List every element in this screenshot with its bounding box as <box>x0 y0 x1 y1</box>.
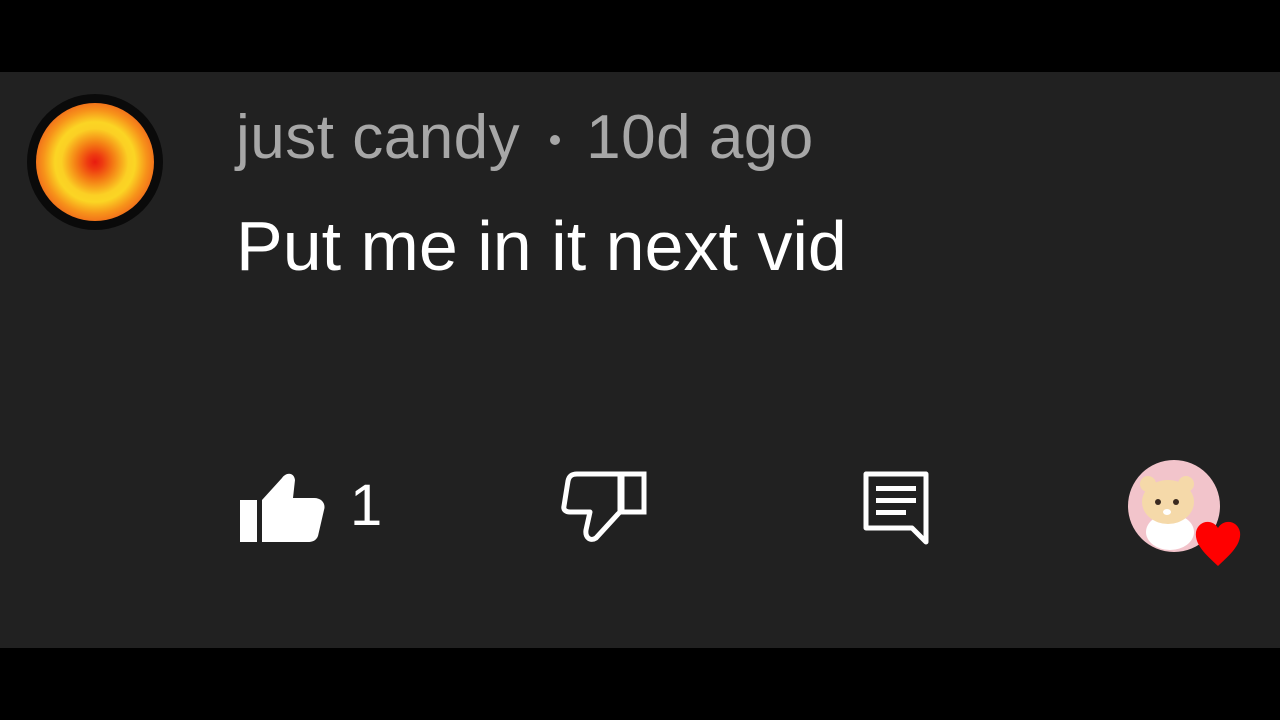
comment-body: Put me in it next vid <box>236 207 847 285</box>
dislike-button[interactable] <box>560 466 652 546</box>
creator-avatar-with-heart <box>1128 460 1241 566</box>
comment-age[interactable]: 10d ago <box>586 102 814 173</box>
letterbox-top <box>0 0 1280 72</box>
avatar-image <box>36 103 154 221</box>
heart-icon <box>1195 521 1241 566</box>
thumbs-up-icon <box>240 473 325 542</box>
comment-header: just candy 10d ago <box>236 102 814 172</box>
creator-heart <box>1124 458 1248 570</box>
thumbs-down-icon <box>561 471 647 542</box>
comment-author[interactable]: just candy <box>236 102 520 173</box>
like-button[interactable] <box>238 466 328 546</box>
commenter-avatar[interactable] <box>27 94 163 230</box>
letterbox-bottom <box>0 648 1280 720</box>
reply-comment-icon <box>863 471 929 545</box>
reply-button[interactable] <box>860 468 932 546</box>
separator-dot <box>550 135 561 145</box>
like-count: 1 <box>350 473 383 538</box>
